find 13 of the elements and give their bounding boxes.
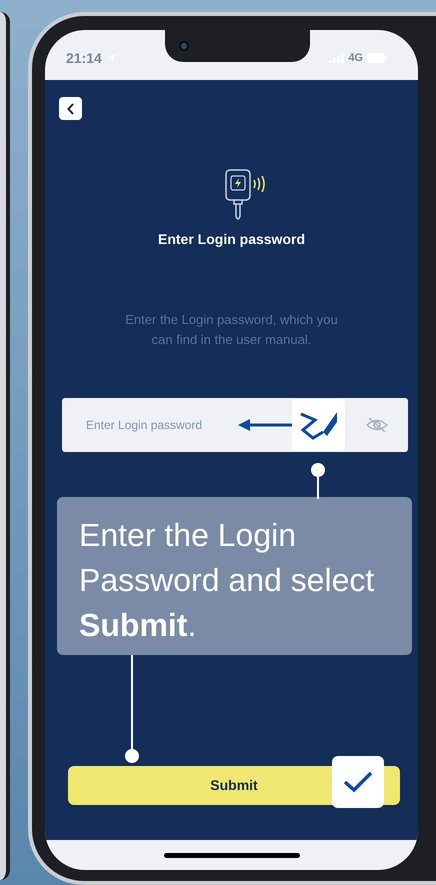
status-time: 21:14 [66,48,102,68]
description-text: Enter the Login password, which you can find in the user manual. [124,311,339,349]
callout-box: Enter the Login Password and select Submit. [57,497,412,655]
leader-line [310,463,326,499]
check-icon [342,770,374,794]
back-button[interactable] [59,97,82,120]
password-field[interactable]: Enter Login password [62,398,408,452]
password-input[interactable]: Enter Login password [86,416,236,434]
network-type: 4G [348,50,363,66]
arrow-left-icon [238,419,292,431]
camera-icon [179,41,189,51]
chevron-left-icon [66,102,74,114]
screen-title: Enter Login password [158,230,305,249]
